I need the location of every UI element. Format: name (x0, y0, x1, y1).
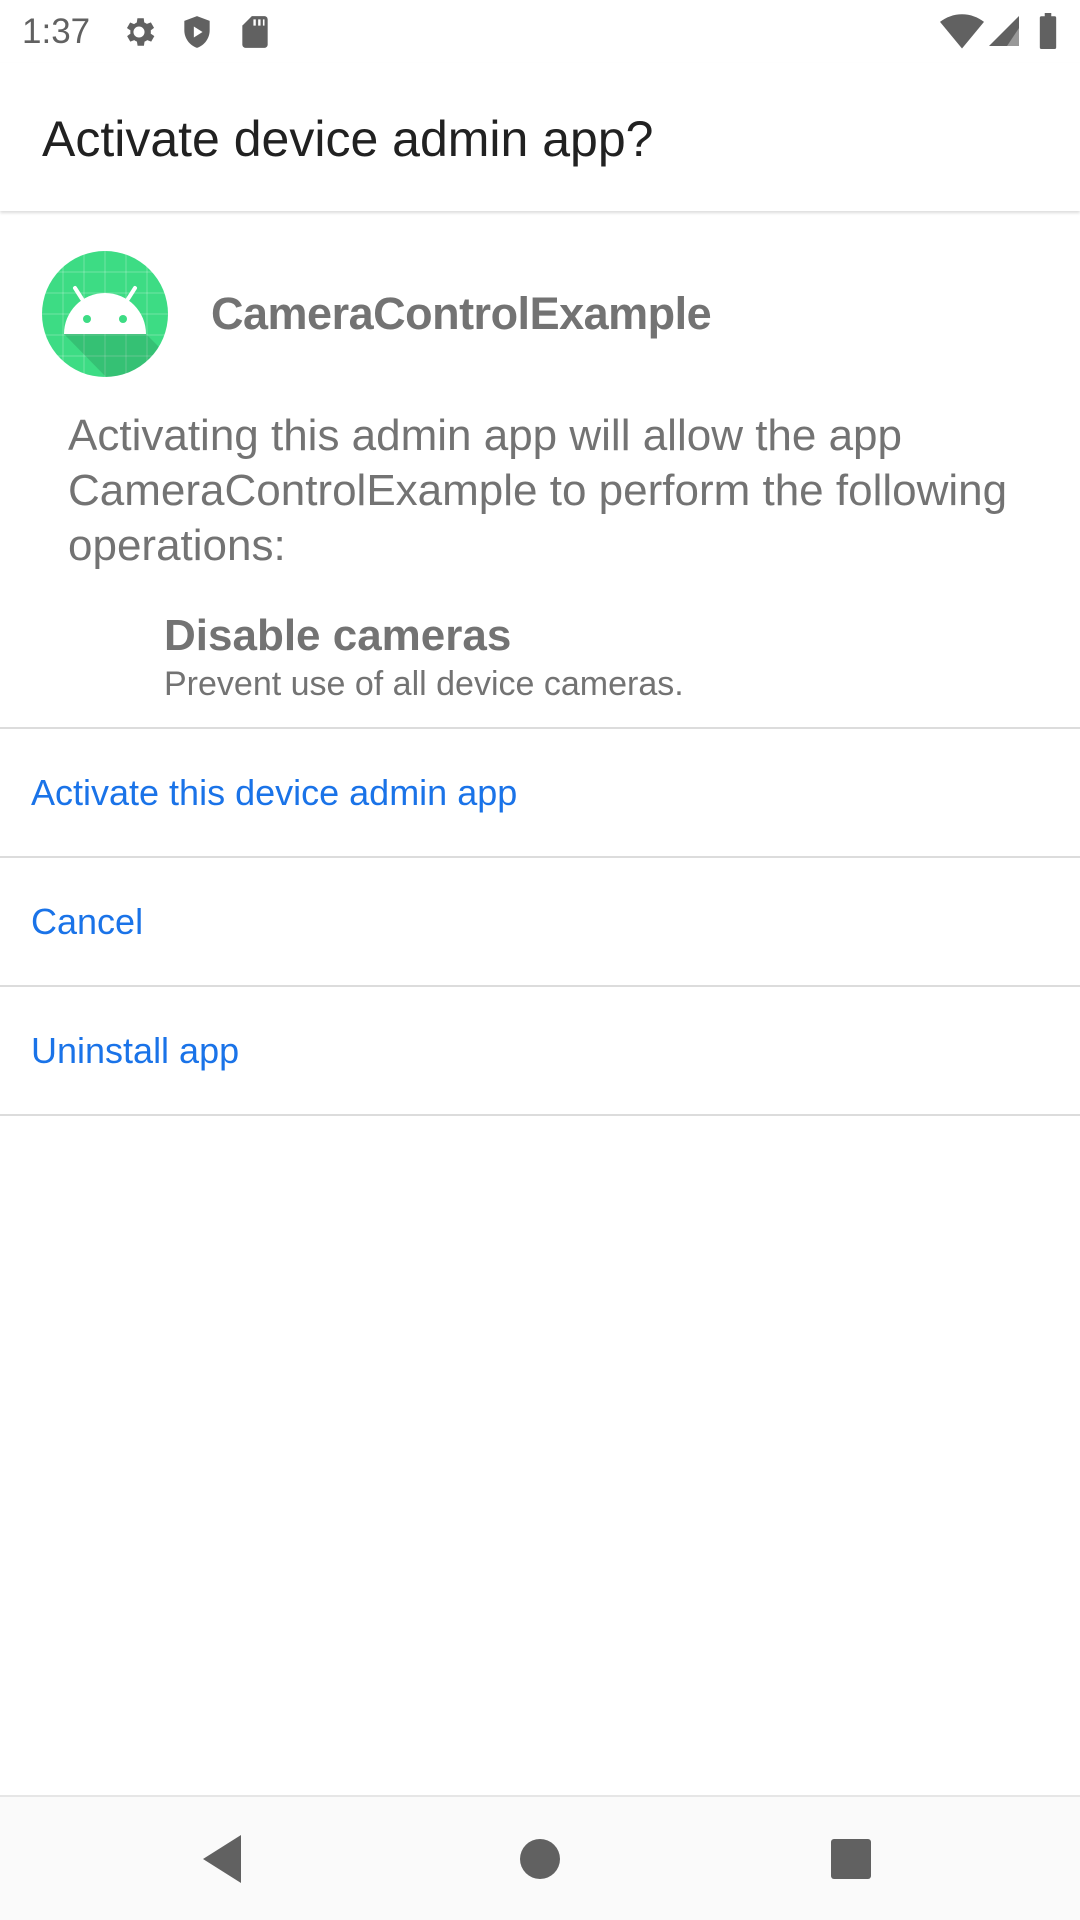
back-icon[interactable] (193, 1827, 257, 1891)
uninstall-app-button[interactable]: Uninstall app (0, 987, 1080, 1114)
navigation-bar (0, 1795, 1080, 1920)
status-time: 1:37 (22, 12, 91, 51)
app-header: CameraControlExample (42, 251, 1042, 377)
policy-title: Disable cameras (164, 611, 512, 660)
home-icon[interactable] (508, 1827, 572, 1891)
app-name: CameraControlExample (211, 288, 712, 339)
activate-button[interactable]: Activate this device admin app (0, 729, 1080, 856)
recents-icon[interactable] (819, 1827, 883, 1891)
battery-icon (1036, 13, 1060, 49)
page-title: Activate device admin app? (42, 111, 654, 167)
device-admin-screen: 1:37 Activate device admin app? CameraCo… (0, 0, 1080, 1920)
policy-description: Prevent use of all device cameras. (164, 665, 684, 703)
wifi-icon (940, 13, 984, 51)
shield-icon (178, 13, 216, 51)
sd-card-icon (236, 13, 274, 51)
cellular-signal-icon (986, 13, 1022, 49)
policy-item: Disable cameras Prevent use of all devic… (164, 608, 1044, 705)
android-app-icon (42, 251, 168, 377)
status-bar: 1:37 (0, 0, 1080, 63)
app-bar: Activate device admin app? (0, 63, 1080, 211)
action-list: Activate this device admin app Cancel Un… (0, 727, 1080, 1116)
divider (0, 1114, 1080, 1116)
cancel-button[interactable]: Cancel (0, 858, 1080, 985)
gear-icon (120, 13, 158, 51)
admin-description: Activating this admin app will allow the… (68, 411, 1008, 570)
